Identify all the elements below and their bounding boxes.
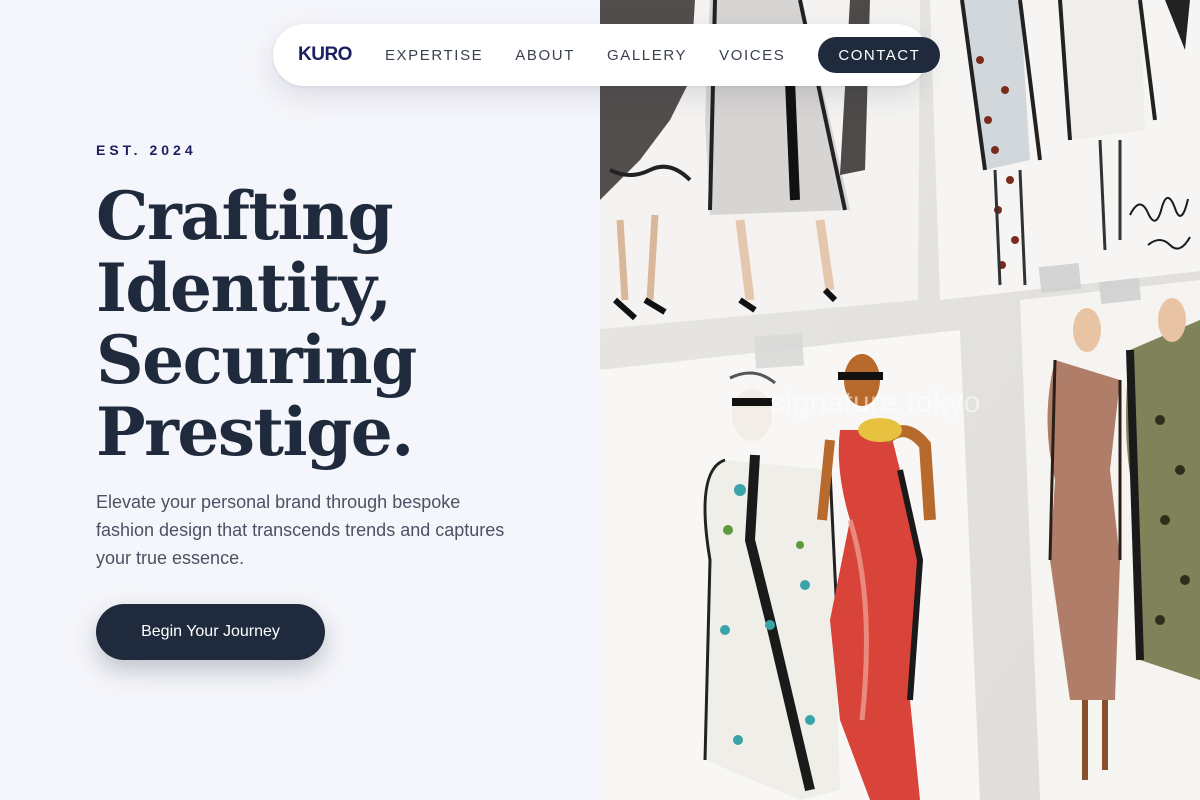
headline-line: Identity,	[96, 249, 392, 327]
brand-logo[interactable]: KURO	[298, 44, 352, 66]
nav-link-voices[interactable]: VOICES	[719, 47, 785, 64]
headline-line: Prestige.	[96, 393, 414, 471]
contact-button[interactable]: CONTACT	[818, 37, 941, 73]
nav-link-gallery[interactable]: GALLERY	[607, 47, 687, 64]
headline-line: Crafting	[96, 177, 394, 255]
top-navigation: KURO EXPERTISE ABOUT GALLERY VOICES CONT…	[273, 24, 941, 86]
nav-link-expertise[interactable]: EXPERTISE	[385, 47, 483, 64]
headline-line: Securing	[96, 321, 417, 399]
image-watermark: signature.tokyo	[770, 386, 981, 419]
begin-journey-button[interactable]: Begin Your Journey	[96, 604, 325, 660]
hero-eyebrow: EST. 2024	[96, 142, 197, 158]
hero-headline: Crafting Identity, Securing Prestige.	[96, 180, 576, 468]
hero-description: Elevate your personal brand through besp…	[96, 492, 505, 568]
nav-link-about[interactable]: ABOUT	[515, 47, 575, 64]
